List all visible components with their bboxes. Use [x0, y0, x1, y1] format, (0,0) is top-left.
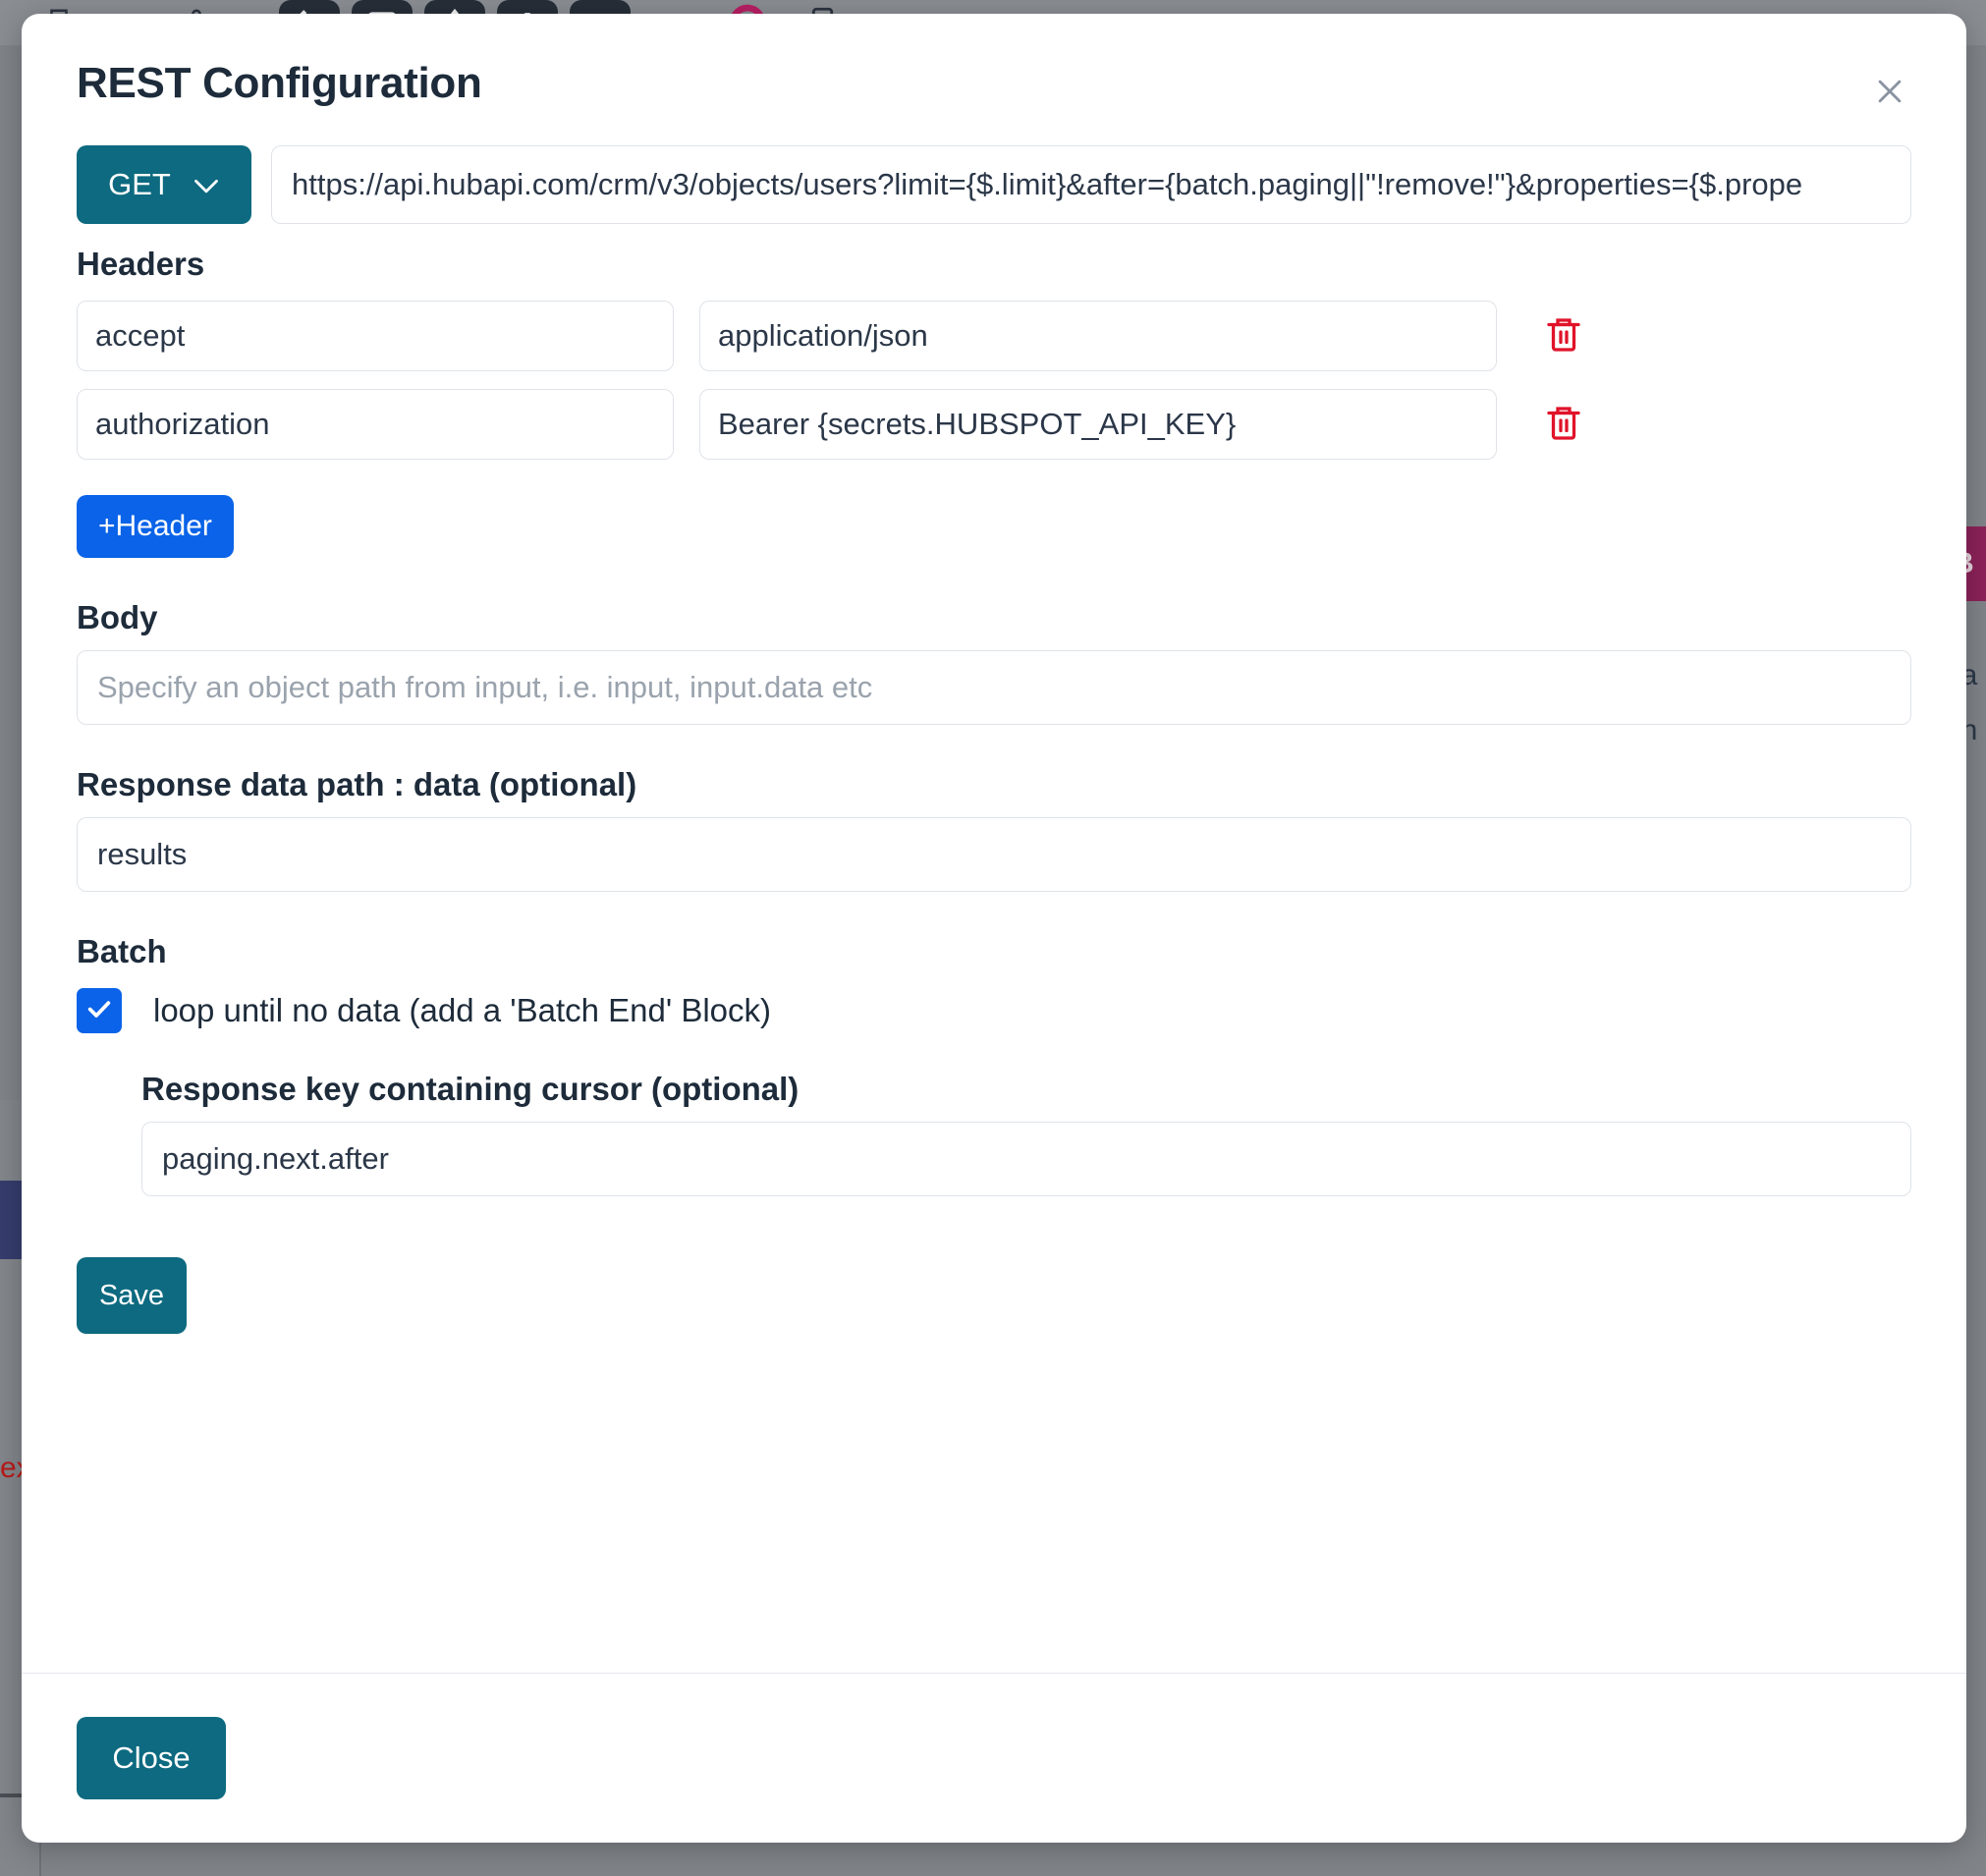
- close-icon-button[interactable]: [1862, 65, 1917, 120]
- close-icon: [1873, 75, 1906, 111]
- response-data-path-label: Response data path : data (optional): [77, 766, 637, 802]
- body-section: Body: [77, 599, 1911, 725]
- modal-body: GET Headers: [22, 108, 1966, 1673]
- delete-header-button-0[interactable]: [1536, 308, 1591, 363]
- header-row: [77, 389, 1911, 460]
- modal-footer: Close: [22, 1673, 1966, 1843]
- page-title: REST Configuration: [77, 59, 482, 107]
- header-row: [77, 301, 1911, 371]
- check-icon: [85, 995, 113, 1027]
- modal-header: REST Configuration: [22, 14, 1966, 108]
- request-url-input[interactable]: [271, 145, 1911, 224]
- header-key-input-1[interactable]: [77, 389, 674, 460]
- cursor-key-input[interactable]: [141, 1122, 1911, 1196]
- close-button[interactable]: Close: [77, 1717, 226, 1799]
- chevron-down-icon: [193, 167, 220, 202]
- rest-configuration-modal: REST Configuration GET Headers: [22, 14, 1966, 1843]
- delete-header-button-1[interactable]: [1536, 397, 1591, 452]
- http-method-dropdown[interactable]: GET: [77, 145, 251, 224]
- trash-icon: [1546, 404, 1581, 446]
- batch-section-title: Batch: [77, 933, 167, 969]
- save-button[interactable]: Save: [77, 1257, 187, 1334]
- trash-icon: [1546, 315, 1581, 358]
- request-url-row: GET: [77, 145, 1911, 224]
- header-value-input-0[interactable]: [699, 301, 1497, 371]
- batch-section: Batch loop until no data (add a 'Batch E…: [77, 933, 1911, 1196]
- cursor-key-label: Response key containing cursor (optional…: [141, 1071, 800, 1107]
- headers-section-title: Headers: [77, 246, 205, 282]
- body-label: Body: [77, 599, 158, 635]
- body-input[interactable]: [77, 650, 1911, 725]
- loop-until-no-data-checkbox[interactable]: [77, 988, 122, 1033]
- batch-loop-row: loop until no data (add a 'Batch End' Bl…: [77, 988, 1911, 1033]
- cursor-key-group: Response key containing cursor (optional…: [141, 1071, 1911, 1196]
- loop-until-no-data-label: loop until no data (add a 'Batch End' Bl…: [153, 992, 771, 1028]
- http-method-label: GET: [108, 167, 171, 201]
- response-data-path-input[interactable]: [77, 817, 1911, 892]
- header-value-input-1[interactable]: [699, 389, 1497, 460]
- header-key-input-0[interactable]: [77, 301, 674, 371]
- response-data-path-section: Response data path : data (optional): [77, 766, 1911, 892]
- add-header-button[interactable]: +Header: [77, 495, 234, 558]
